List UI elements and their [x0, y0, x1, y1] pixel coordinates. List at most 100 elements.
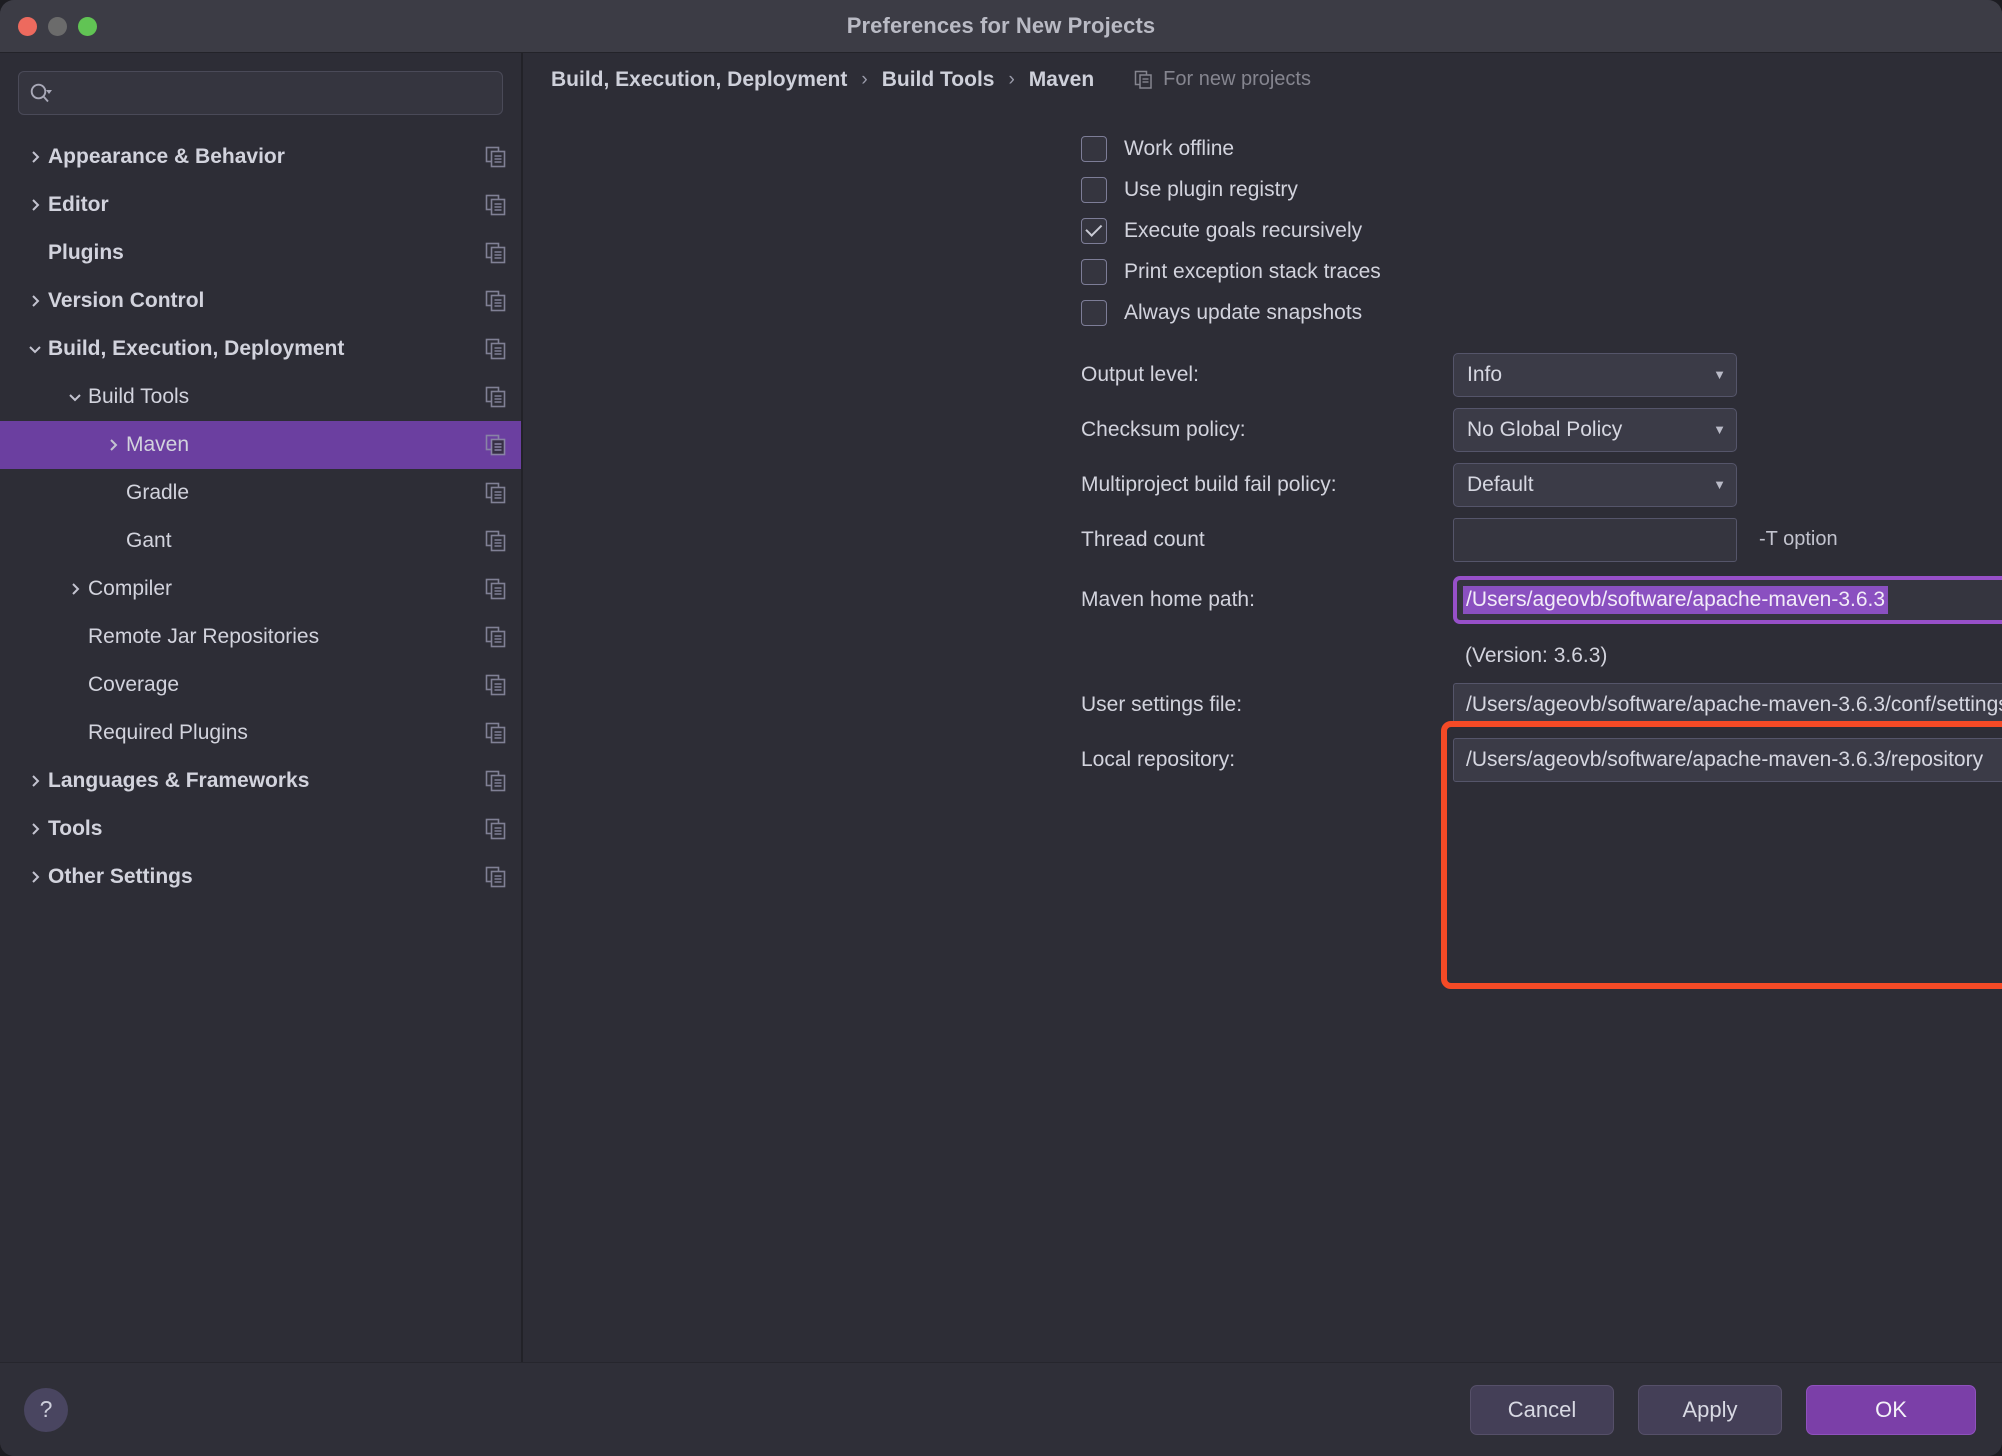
maven-checkbox-group: Work offline Use plugin registry Execute g…: [523, 114, 2002, 333]
local-repository-input[interactable]: /Users/ageovb/software/apache-maven-3.6.…: [1453, 737, 2002, 782]
chevron-right-icon[interactable]: [22, 821, 48, 837]
sidebar-item-label: Build Tools: [88, 385, 190, 408]
multiproject-policy-value: Default: [1467, 472, 1534, 496]
chevron-down-icon: ▼: [1713, 422, 1726, 437]
sidebar-item-gradle[interactable]: Gradle: [0, 469, 521, 517]
sidebar-item-label: Other Settings: [48, 865, 193, 888]
checkbox-print-exception-stack-traces[interactable]: Print exception stack traces: [1081, 251, 2002, 292]
copy-settings-icon[interactable]: [485, 338, 507, 360]
cancel-button[interactable]: Cancel: [1470, 1384, 1614, 1435]
copy-settings-icon[interactable]: [485, 386, 507, 408]
copy-settings-icon[interactable]: [485, 674, 507, 696]
maven-field-group: Output level: Info ▼ Checksum policy: No…: [523, 333, 2002, 787]
thread-count-label: Thread count: [1081, 527, 1205, 551]
copy-settings-icon: [485, 482, 506, 504]
output-level-dropdown[interactable]: Info ▼: [1453, 352, 1737, 397]
chevron-right-icon[interactable]: [22, 197, 48, 213]
chevron-down-icon: ▼: [1713, 477, 1726, 492]
sidebar-item-coverage[interactable]: Coverage: [0, 661, 521, 709]
checksum-policy-dropdown[interactable]: No Global Policy ▼: [1453, 407, 1737, 452]
close-button[interactable]: [18, 17, 37, 36]
dialog-body: Appearance & Behavior Editor Plugins Versio…: [0, 53, 2002, 1362]
copy-settings-icon: [485, 434, 506, 456]
copy-settings-icon[interactable]: [485, 434, 507, 456]
copy-settings-icon: [485, 770, 506, 792]
thread-count-row: Thread count -T option: [1081, 512, 2002, 567]
copy-settings-icon[interactable]: [485, 818, 507, 840]
copy-settings-icon[interactable]: [485, 626, 507, 648]
sidebar-item-label: Languages & Frameworks: [48, 769, 310, 792]
ok-button[interactable]: OK: [1806, 1384, 1976, 1435]
chevron-right-icon[interactable]: [100, 437, 126, 453]
sidebar-item-version-control[interactable]: Version Control: [0, 277, 521, 325]
local-repository-value: /Users/ageovb/software/apache-maven-3.6.…: [1466, 747, 1984, 771]
apply-button[interactable]: Apply: [1638, 1384, 1782, 1435]
checkbox-label: Use plugin registry: [1124, 177, 1298, 201]
checkbox-box: [1081, 258, 1107, 285]
chevron-right-icon[interactable]: [22, 149, 48, 165]
sidebar-item-label: Remote Jar Repositories: [88, 625, 320, 648]
copy-settings-icon[interactable]: [485, 578, 507, 600]
copy-settings-icon[interactable]: [485, 866, 507, 888]
sidebar-item-label: Version Control: [48, 289, 205, 312]
sidebar-item-plugins[interactable]: Plugins: [0, 229, 521, 277]
copy-settings-icon[interactable]: [485, 146, 507, 168]
sidebar-item-compiler[interactable]: Compiler: [0, 565, 521, 613]
sidebar-item-other-settings[interactable]: Other Settings: [0, 853, 521, 901]
sidebar-item-build-tools[interactable]: Build Tools: [0, 373, 521, 421]
chevron-right-icon[interactable]: [62, 581, 88, 597]
minimize-button[interactable]: [48, 17, 67, 36]
for-new-projects-label: For new projects: [1163, 68, 1311, 90]
copy-settings-icon: [485, 338, 506, 360]
copy-settings-icon[interactable]: [485, 530, 507, 552]
help-button[interactable]: ?: [24, 1387, 68, 1432]
user-settings-file-input[interactable]: /Users/ageovb/software/apache-maven-3.6.…: [1453, 682, 2002, 727]
search-box[interactable]: [18, 71, 503, 115]
zoom-button[interactable]: [78, 17, 97, 36]
copy-settings-icon[interactable]: [485, 242, 507, 264]
checkbox-work-offline[interactable]: Work offline: [1081, 128, 2002, 169]
sidebar-item-label: Build, Execution, Deployment: [48, 337, 345, 360]
checkbox-box: [1081, 217, 1107, 244]
settings-tree: Appearance & Behavior Editor Plugins Versio…: [0, 129, 521, 1362]
sidebar-item-tools[interactable]: Tools: [0, 805, 521, 853]
chevron-down-icon[interactable]: [62, 389, 88, 405]
sidebar-item-remote-jar-repositories[interactable]: Remote Jar Repositories: [0, 613, 521, 661]
for-new-projects-badge: For new projects: [1134, 68, 1311, 91]
checkbox-execute-goals-recursively[interactable]: Execute goals recursively: [1081, 210, 2002, 251]
maven-home-path-combobox[interactable]: /Users/ageovb/software/apache-maven-3.6.…: [1453, 576, 2002, 624]
sidebar-item-maven[interactable]: Maven: [0, 421, 521, 469]
sidebar-item-label: Editor: [48, 193, 109, 216]
sidebar-item-languages-frameworks[interactable]: Languages & Frameworks: [0, 757, 521, 805]
sidebar-item-label: Compiler: [88, 577, 173, 600]
copy-settings-icon[interactable]: [485, 482, 507, 504]
checkbox-use-plugin-registry[interactable]: Use plugin registry: [1081, 169, 2002, 210]
chevron-right-icon[interactable]: [22, 293, 48, 309]
thread-count-hint: -T option: [1759, 528, 1838, 550]
sidebar-item-gant[interactable]: Gant: [0, 517, 521, 565]
breadcrumb-item-build-execution-deployment[interactable]: Build, Execution, Deployment: [551, 68, 847, 92]
settings-sidebar: Appearance & Behavior Editor Plugins Versio…: [0, 53, 523, 1362]
checkbox-always-update-snapshots[interactable]: Always update snapshots: [1081, 292, 2002, 333]
copy-settings-icon[interactable]: [485, 770, 507, 792]
thread-count-input[interactable]: [1453, 517, 1737, 562]
maven-home-path-row: Maven home path: /Users/ageovb/software/…: [1081, 567, 2002, 633]
copy-settings-icon[interactable]: [485, 290, 507, 312]
copy-settings-icon[interactable]: [485, 194, 507, 216]
sidebar-item-editor[interactable]: Editor: [0, 181, 521, 229]
breadcrumb-item-maven[interactable]: Maven: [1029, 68, 1094, 92]
sidebar-item-appearance-behavior[interactable]: Appearance & Behavior: [0, 133, 521, 181]
chevron-right-icon[interactable]: [22, 869, 48, 885]
breadcrumb-item-build-tools[interactable]: Build Tools: [882, 68, 995, 92]
chevron-right-icon[interactable]: [22, 773, 48, 789]
checkbox-label: Execute goals recursively: [1124, 218, 1363, 242]
multiproject-policy-dropdown[interactable]: Default ▼: [1453, 462, 1737, 507]
copy-settings-icon: [485, 626, 506, 648]
window-title: Preferences for New Projects: [846, 13, 1156, 38]
search-input[interactable]: [59, 82, 492, 104]
copy-settings-icon: [485, 530, 506, 552]
chevron-down-icon[interactable]: [22, 341, 48, 357]
sidebar-item-build-execution-deployment[interactable]: Build, Execution, Deployment: [0, 325, 521, 373]
copy-settings-icon[interactable]: [485, 722, 507, 744]
sidebar-item-required-plugins[interactable]: Required Plugins: [0, 709, 521, 757]
